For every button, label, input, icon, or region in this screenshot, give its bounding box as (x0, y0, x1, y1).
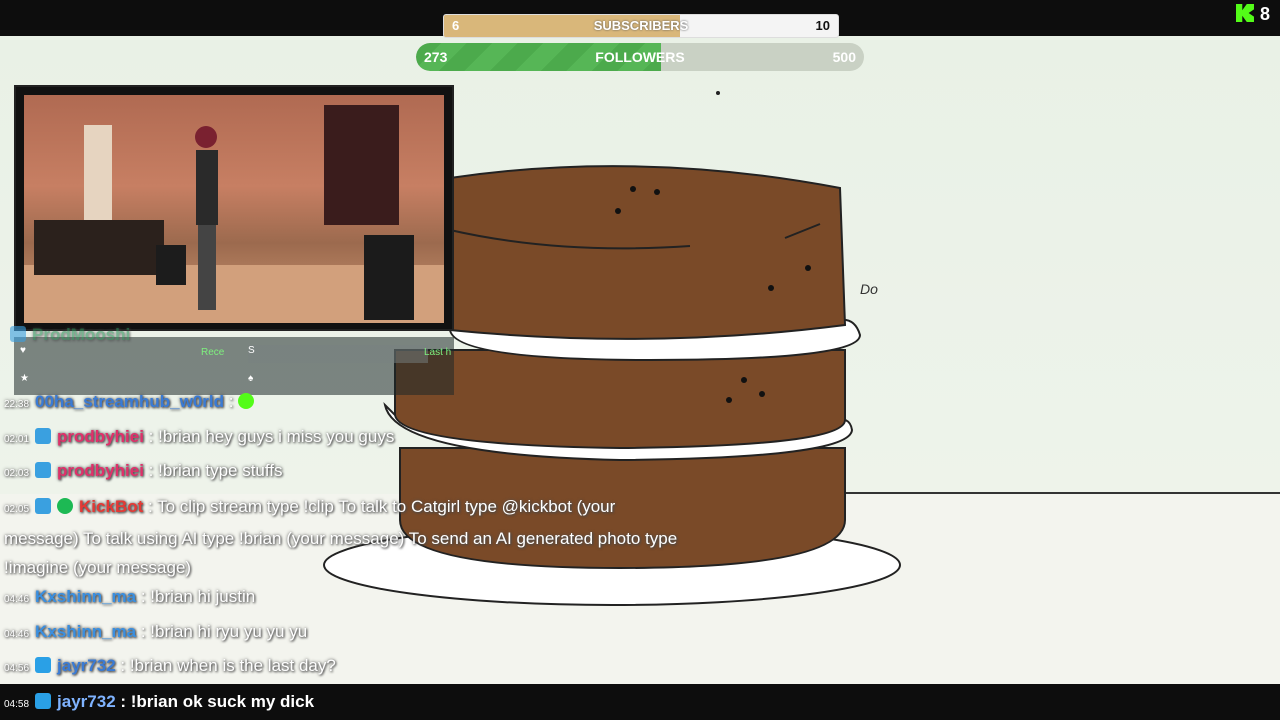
emote-icon (238, 393, 255, 409)
star-icon: ★ (20, 373, 29, 384)
badge-icon (10, 326, 26, 342)
chat-text: : !brian type stuffs (143, 461, 283, 480)
drawing-scribble: Do (860, 281, 878, 297)
chat-username: jayr732 (57, 692, 116, 711)
heart-icon: ♥ (20, 345, 26, 356)
followers-target: 500 (832, 49, 856, 65)
kick-logo-icon (1235, 4, 1254, 22)
chat-text: : !brian hi justin (136, 587, 256, 606)
cake-crumb (759, 391, 765, 397)
followers-label: FOLLOWERS (595, 49, 685, 65)
chat-text: : !brian when is the last day? (115, 656, 336, 675)
chat-message: ProdMooshi (4, 325, 130, 345)
cam-person-head (195, 126, 217, 148)
cam-door (84, 125, 112, 235)
subscribers-target: 10 (815, 18, 830, 33)
alerts-widget: ♥ ★ Rece S ♠ Last h (14, 337, 454, 395)
chat-username: 00ha_streamhub_w0rld (35, 392, 224, 411)
badge-icon (35, 428, 52, 444)
chat-message: 04:46 Kxshinn_ma : !brian hi ryu yu yu yu (4, 622, 308, 641)
viewer-count: 8 (1259, 4, 1270, 24)
widget-mid-field: S (248, 345, 428, 363)
chat-text: : !brian hey guys i miss you guys (143, 427, 395, 446)
cake-crumb (726, 397, 732, 403)
cam-couch (34, 220, 164, 275)
webcam-frame (14, 85, 454, 331)
cube-badge-icon (35, 693, 52, 709)
chat-message-latest: 04:58 jayr732 : !brian ok suck my dick (4, 692, 315, 711)
followers-goal-bar: 273 FOLLOWERS 500 (416, 43, 864, 71)
chat-username: Kxshinn_ma (35, 622, 137, 641)
widget-right-label: Last h (424, 347, 452, 358)
chat-username: prodbyhiei (57, 427, 144, 446)
cam-chair (156, 245, 186, 285)
cake-crumb (805, 265, 811, 271)
chat-message: 02:05 KickBot : To clip stream type !clip… (4, 497, 678, 577)
chat-message: 02:03 prodbyhiei : !brian type stuffs (4, 461, 283, 480)
cake-crumb (768, 285, 774, 291)
cake-middle-layer (394, 349, 846, 450)
badge-icon (35, 498, 52, 514)
chat-text: : (224, 392, 234, 411)
chat-username: jayr732 (57, 656, 116, 675)
cake-crumb (654, 189, 660, 195)
stream-overlay: Do 6 SUBSCRIBERS 10 273 FOLLOWERS 500 8 (0, 0, 1280, 720)
drop-icon: ♠ (248, 373, 254, 384)
chat-message: 02:01 prodbyhiei : !brian hey guys i miss… (4, 427, 395, 446)
cake-top-layer (449, 165, 847, 340)
chat-text: : !brian ok suck my dick (115, 692, 315, 711)
chat-username: Kxshinn_ma (35, 587, 137, 606)
chat-username: prodbyhiei (57, 461, 144, 480)
cake-crumb (741, 377, 747, 383)
subscribers-label: SUBSCRIBERS (593, 18, 689, 33)
webcam-video (24, 95, 444, 323)
cam-speaker (364, 235, 414, 320)
badge-icon (35, 462, 52, 478)
background-dot (716, 91, 720, 95)
cam-person-legs (198, 225, 216, 310)
cam-person-body (196, 150, 218, 225)
chat-text: : !brian hi ryu yu yu yu (136, 622, 308, 641)
widget-mid-label: S (248, 345, 255, 356)
chat-username: KickBot (79, 497, 144, 516)
cake-crumb (615, 208, 621, 214)
cube-badge-icon (35, 657, 52, 673)
verified-icon (57, 498, 74, 514)
webcam-scene (24, 105, 444, 323)
cake-crumb (630, 186, 636, 192)
chat-message: 04:46 Kxshinn_ma : !brian hi justin (4, 587, 256, 606)
chat-message: 22:38 00ha_streamhub_w0rld : (4, 392, 255, 412)
widget-left-label: Rece (201, 347, 225, 358)
chat-message: 04:56 jayr732 : !brian when is the last d… (4, 656, 336, 675)
kick-viewer-badge: 8 (1235, 4, 1270, 25)
cam-tapestry (324, 105, 399, 225)
chat-username: ProdMooshi (32, 325, 131, 344)
subscribers-goal-bar: 6 SUBSCRIBERS 10 (443, 14, 839, 38)
